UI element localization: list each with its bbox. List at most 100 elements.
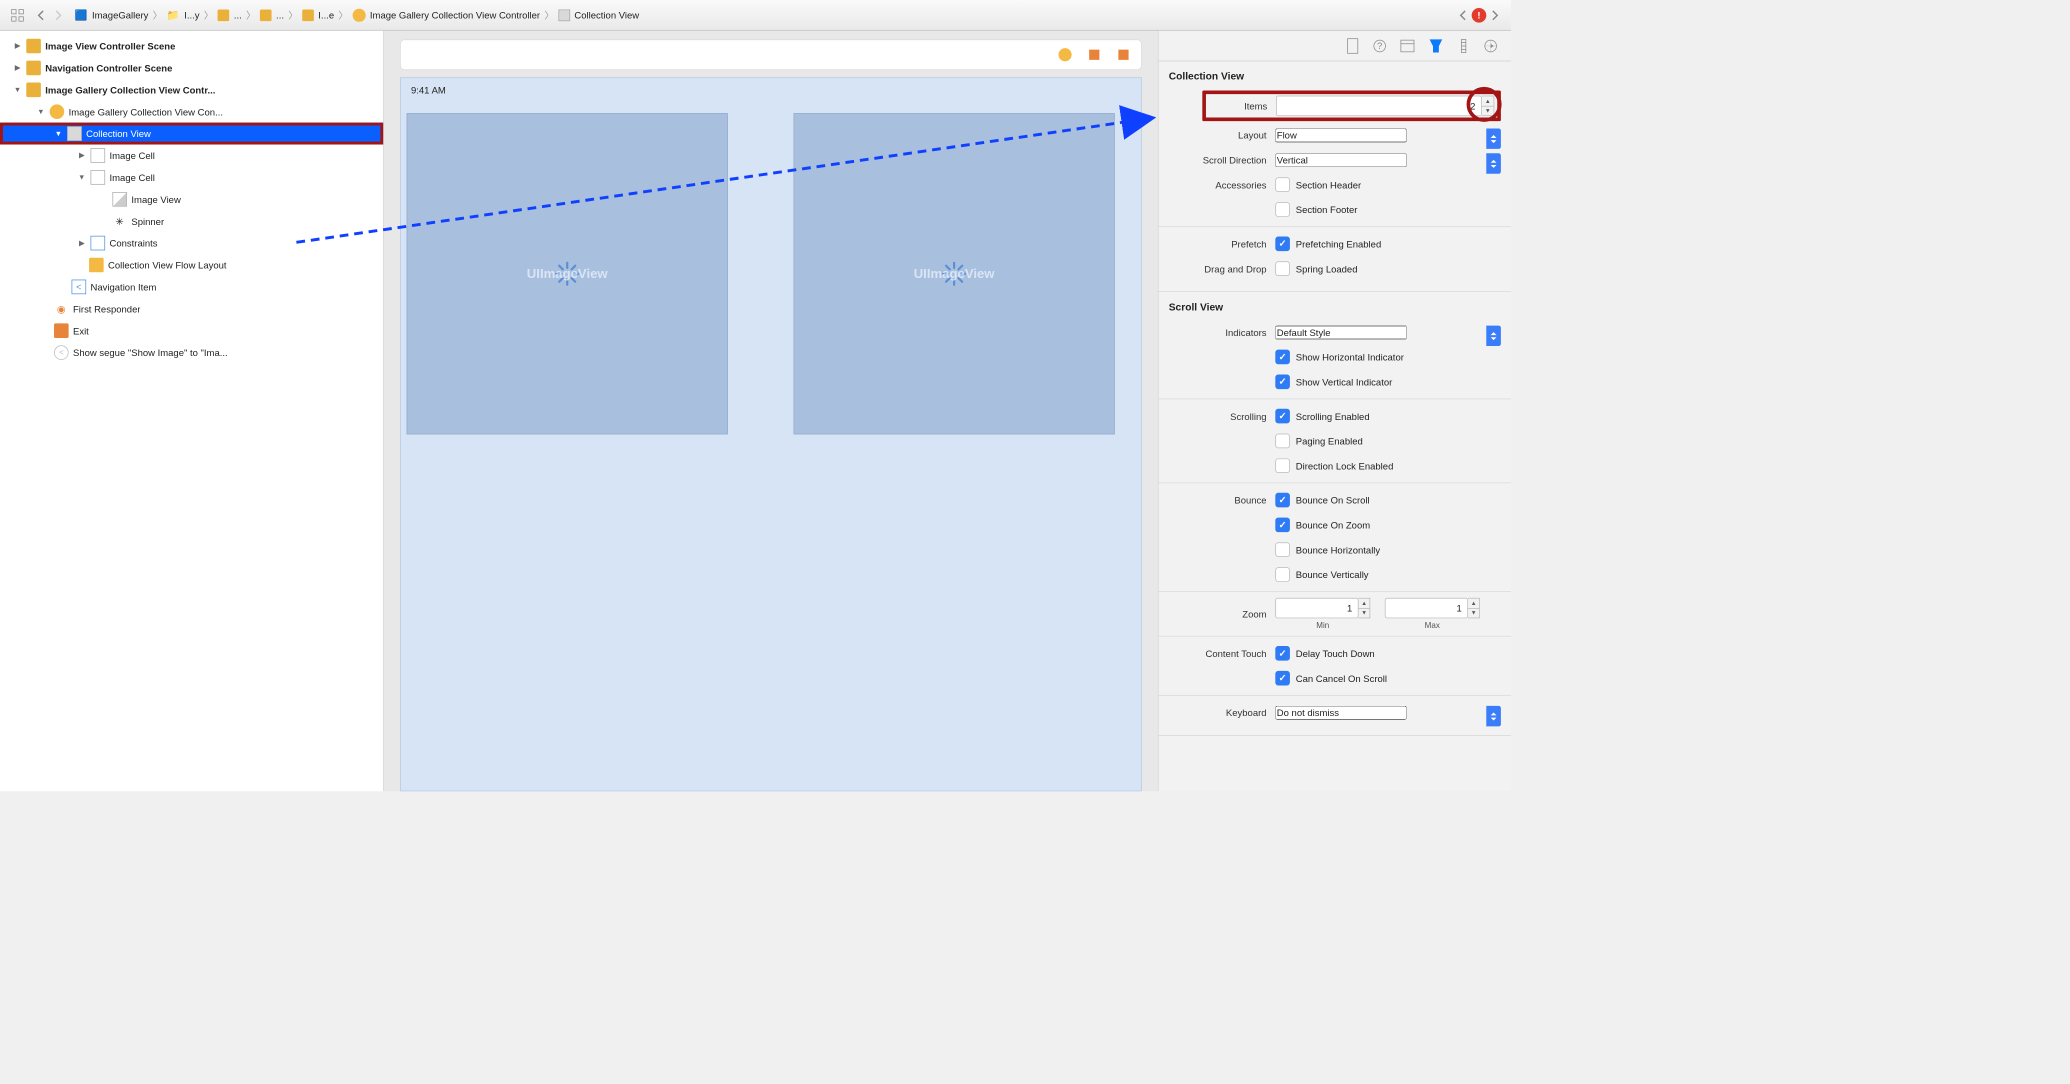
section-header-label: Section Header [1296, 179, 1361, 190]
scrolldir-select[interactable] [1275, 153, 1406, 167]
cell-icon [91, 170, 106, 185]
crumb-controller[interactable]: Image Gallery Collection View Controller [349, 8, 543, 21]
outline-cell[interactable]: ▼Image Cell [0, 166, 383, 188]
svg-text:?: ? [1377, 41, 1382, 52]
disclosure-icon[interactable]: ▼ [54, 130, 63, 138]
outline-navitem[interactable]: <Navigation Item [0, 276, 383, 298]
show-h-indicator-checkbox[interactable] [1275, 350, 1290, 365]
cancel-scroll-checkbox[interactable] [1275, 671, 1290, 686]
crumb-folder[interactable]: 📁I...y [164, 8, 203, 21]
collectionview-icon [558, 9, 570, 21]
prefetch-checkbox[interactable] [1275, 237, 1290, 252]
crumb-project[interactable]: 🟦ImageGallery [72, 8, 152, 21]
scrolling-enabled-checkbox[interactable] [1275, 409, 1290, 424]
layout-select[interactable] [1275, 128, 1406, 142]
outline-controller[interactable]: ▼Image Gallery Collection View Con... [0, 101, 383, 123]
bounce-zoom-checkbox[interactable] [1275, 518, 1290, 533]
springloaded-checkbox[interactable] [1275, 261, 1290, 276]
outline-segue[interactable]: <Show segue "Show Image" to "Ima... [0, 342, 383, 364]
outline-scene[interactable]: ▼Image Gallery Collection View Contr... [0, 79, 383, 101]
disclosure-icon[interactable]: ▼ [37, 108, 46, 116]
bounce-h-checkbox[interactable] [1275, 542, 1290, 557]
first-responder-icon: ◉ [54, 301, 69, 316]
folder-icon: 📁 [167, 8, 180, 21]
back-button[interactable] [32, 6, 50, 24]
scene-icon [26, 82, 41, 97]
collectionview-icon [67, 126, 82, 141]
controller-icon[interactable] [1058, 47, 1073, 62]
status-bar: 9:41 AM [401, 78, 1141, 101]
device-preview[interactable]: 9:41 AM UIImageView UIImageView [400, 77, 1142, 791]
outline-cell[interactable]: ▶Image Cell [0, 145, 383, 167]
outline-collection-view[interactable]: ▼Collection View [0, 123, 383, 145]
scene-icon [26, 61, 41, 76]
outline-imageview[interactable]: Image View [0, 188, 383, 210]
chevron-right-icon: 〉 [202, 8, 214, 22]
bounce-v-checkbox[interactable] [1275, 567, 1290, 582]
disclosure-icon[interactable]: ▼ [13, 86, 22, 94]
outline-spinner[interactable]: ✳Spinner [0, 210, 383, 232]
indicators-select[interactable] [1275, 325, 1406, 339]
paging-checkbox[interactable] [1275, 434, 1290, 449]
outline-flowlayout[interactable]: Collection View Flow Layout [0, 254, 383, 276]
file-inspector-icon[interactable] [1346, 38, 1359, 54]
navitem-icon: < [72, 280, 87, 295]
delay-touch-label: Delay Touch Down [1296, 648, 1375, 659]
attributes-inspector-icon[interactable] [1428, 38, 1444, 54]
section-footer-checkbox[interactable] [1275, 202, 1290, 217]
show-v-indicator-checkbox[interactable] [1275, 374, 1290, 389]
disclosure-icon[interactable]: ▼ [77, 173, 86, 181]
connections-inspector-icon[interactable] [1483, 38, 1498, 53]
prefetch-value-label: Prefetching Enabled [1296, 238, 1381, 249]
chevron-right-icon: 〉 [543, 8, 555, 22]
items-label: Items [1209, 100, 1276, 111]
identity-inspector-icon[interactable] [1400, 39, 1415, 52]
exit-icon[interactable] [1116, 47, 1131, 62]
interface-builder-canvas[interactable]: 9:41 AM UIImageView UIImageView [384, 31, 1158, 792]
delay-touch-checkbox[interactable] [1275, 646, 1290, 661]
scroll-view-section: Scroll View Indicators Show Horizontal I… [1159, 292, 1512, 736]
first-responder-icon[interactable] [1087, 47, 1102, 62]
dirlock-checkbox[interactable] [1275, 458, 1290, 473]
disclosure-icon[interactable]: ▶ [77, 239, 86, 247]
springloaded-label: Spring Loaded [1296, 263, 1358, 274]
help-inspector-icon[interactable]: ? [1372, 38, 1387, 53]
zoom-max-field[interactable] [1385, 598, 1468, 618]
outline-exit[interactable]: Exit [0, 320, 383, 342]
outline-constraints[interactable]: ▶Constraints [0, 232, 383, 254]
section-header-checkbox[interactable] [1275, 177, 1290, 192]
stepper-buttons[interactable]: ▲▼ [1468, 598, 1479, 618]
cell-icon [91, 148, 106, 163]
bounce-scroll-checkbox[interactable] [1275, 493, 1290, 508]
outline-scene[interactable]: ▶Navigation Controller Scene [0, 57, 383, 79]
disclosure-icon[interactable]: ▶ [77, 151, 86, 159]
collection-cell-1[interactable]: UIImageView [407, 113, 728, 434]
scene-icon [26, 39, 41, 54]
forward-button[interactable] [50, 6, 68, 24]
crumb-file[interactable]: ... [215, 9, 245, 21]
crumb-collectionview[interactable]: Collection View [555, 9, 642, 21]
indicators-label: Indicators [1169, 327, 1276, 338]
cancel-scroll-label: Can Cancel On Scroll [1296, 673, 1387, 684]
next-issue-button[interactable] [1486, 6, 1504, 24]
prefetch-label: Prefetch [1169, 238, 1276, 249]
disclosure-icon[interactable]: ▶ [13, 64, 22, 72]
outline-first-responder[interactable]: ◉First Responder [0, 298, 383, 320]
error-badge[interactable]: ! [1472, 8, 1487, 23]
crumb-scene[interactable]: I...e [299, 9, 337, 21]
zoom-min-label: Min [1316, 621, 1329, 630]
related-items-icon[interactable] [7, 5, 27, 24]
crumb-file2[interactable]: ... [257, 9, 287, 21]
stepper-buttons[interactable]: ▲▼ [1359, 598, 1370, 618]
disclosure-icon[interactable]: ▶ [13, 42, 22, 50]
items-stepper[interactable] [1276, 96, 1482, 116]
document-outline[interactable]: ▶Image View Controller Scene ▶Navigation… [0, 31, 384, 792]
zoom-min-field[interactable] [1275, 598, 1358, 618]
prev-issue-button[interactable] [1454, 6, 1472, 24]
accessories-label: Accessories [1169, 179, 1276, 190]
items-field-highlight: Items ▲▼ [1202, 91, 1501, 122]
outline-scene[interactable]: ▶Image View Controller Scene [0, 35, 383, 57]
keyboard-select[interactable] [1275, 706, 1406, 720]
size-inspector-icon[interactable] [1457, 38, 1470, 53]
collection-cell-2[interactable]: UIImageView [794, 113, 1115, 434]
